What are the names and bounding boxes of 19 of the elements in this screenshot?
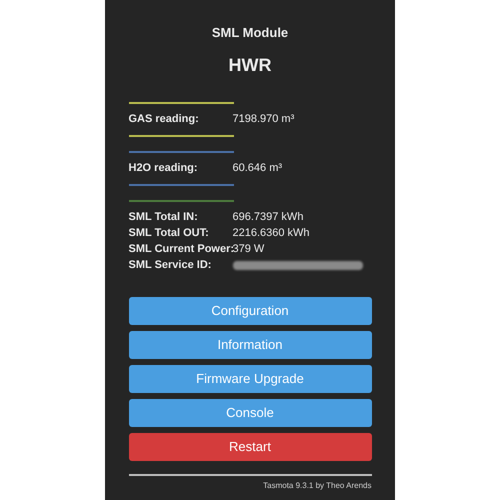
reading-label: SML Current Power:: [128, 242, 232, 257]
reading-value: 7198.970 m³: [232, 112, 294, 127]
reading-label: SML Total OUT:: [128, 226, 210, 241]
reading-value: 696.7397 kWh: [232, 210, 304, 225]
reading-label: SML Service ID:: [128, 258, 212, 273]
restart-button[interactable]: Restart: [128, 433, 372, 461]
footer-text: Tasmota 9.3.1 by Theo Arends: [262, 480, 372, 492]
reading-label: H2O reading:: [128, 161, 199, 176]
reading-value: 379 W: [232, 242, 264, 257]
menu-button[interactable]: Console: [128, 399, 372, 427]
menu-button[interactable]: Firmware Upgrade: [128, 365, 372, 393]
reading-value: 2216.6360 kWh: [232, 226, 310, 241]
menu-button[interactable]: Configuration: [128, 297, 372, 325]
module-title: SML Module: [212, 24, 288, 42]
device-name: HWR: [228, 54, 272, 76]
reading-value: 60.646 m³: [232, 161, 282, 176]
reading-label: GAS reading:: [128, 112, 200, 127]
reading-label: SML Total IN:: [128, 210, 199, 225]
menu-button[interactable]: Information: [128, 331, 372, 359]
